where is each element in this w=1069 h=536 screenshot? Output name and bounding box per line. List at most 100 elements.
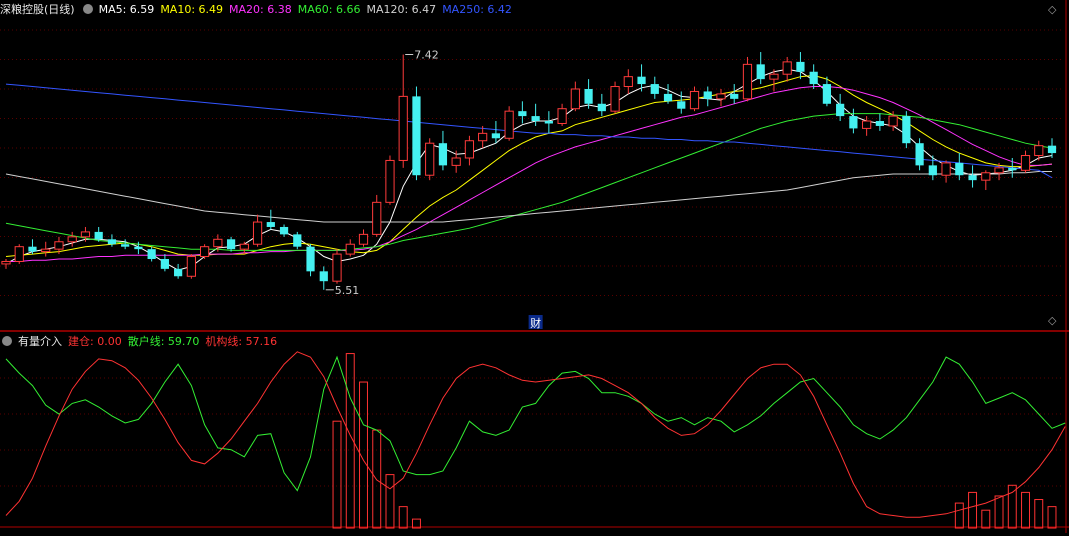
sub-indicator-list: 建仓: 0.00 散户线: 59.70 机构线: 57.16 [68, 335, 283, 348]
candle-body-up [385, 159, 395, 203]
candle-body-down [134, 246, 143, 250]
candle-body-down [584, 88, 593, 104]
candle-body-down [107, 239, 117, 245]
candle-body-up [252, 221, 263, 245]
jiancang-bar [332, 420, 342, 529]
candle-body-down [875, 121, 884, 126]
candle-body-down [955, 162, 964, 176]
scroll-up-icon[interactable]: ◇ [1048, 3, 1056, 16]
chart-stage: 7.42 5.51 财 深粮控股(日线) MA5: 6.59 MA10: 6.49 MA2… [0, 0, 1069, 533]
sub-indicator-0: 建仓: 0.00 [68, 335, 122, 348]
candle-body-up [80, 231, 91, 238]
candle-body-down [412, 96, 421, 176]
candle-body-down [637, 76, 646, 85]
ma-line-ma60 [5, 113, 1053, 251]
candle-body-up [981, 172, 991, 181]
finance-marker-label: 财 [530, 316, 541, 330]
candle-body-down [1047, 145, 1057, 154]
candle-body-up [398, 95, 408, 161]
candle-body-up [994, 167, 1004, 174]
sub-indicator-1: 散户线: 59.70 [127, 335, 200, 348]
candle-body-up [769, 73, 779, 80]
candle-body-down [279, 226, 289, 235]
candle-body-down [518, 111, 527, 117]
candle-body-up [689, 90, 700, 110]
candle-body-down [796, 61, 805, 72]
candle-body-down [94, 231, 103, 240]
jiancang-bar [1034, 499, 1044, 529]
candle-body-up [623, 76, 633, 88]
candle-body-up [742, 63, 753, 100]
candle-body-up [464, 140, 475, 159]
indicator-menu-icon[interactable] [82, 4, 93, 14]
candle-body-up [14, 246, 24, 262]
candle-body-up [372, 201, 382, 235]
candle-body-up [425, 142, 435, 176]
jiancang-bar [1007, 484, 1017, 529]
candle-body-up [1, 260, 11, 265]
candle-body-down [756, 64, 765, 80]
ma-line-ma250 [5, 83, 1053, 179]
candle-body-up [200, 246, 210, 258]
ma-line-ma5 [5, 68, 1053, 271]
price-marker-label: 7.42 [414, 48, 439, 61]
candle-body-up [1034, 145, 1044, 157]
candle-body-up [782, 61, 792, 75]
candle-body-down [730, 93, 739, 99]
candle-body-up [716, 93, 726, 100]
candle-body-down [121, 244, 130, 247]
candle-body-down [902, 116, 911, 144]
candle-body-up [610, 86, 620, 112]
ma-indicator-2: MA20: 6.38 [229, 3, 292, 16]
sub-line-retail [5, 355, 1066, 492]
price-marker-label: 5.51 [335, 284, 360, 297]
ma-indicator-5: MA250: 6.42 [442, 3, 512, 16]
candle-body-down [703, 91, 712, 99]
jiancang-bar [1047, 506, 1057, 529]
candle-body-up [239, 243, 249, 250]
candle-body-down [306, 246, 315, 272]
main-indicator-list: MA5: 6.59 MA10: 6.49 MA20: 6.38 MA60: 6.66 M… [99, 3, 518, 16]
candle-body-down [650, 84, 659, 94]
candle-body-down [438, 143, 448, 166]
candle-body-up [557, 108, 567, 124]
candle-body-down [1008, 167, 1017, 171]
candle-body-up [478, 132, 488, 142]
candle-body-down [928, 165, 937, 176]
sub-indicator-menu-icon[interactable] [2, 336, 12, 346]
candle-body-down [822, 84, 832, 104]
candle-body-down [147, 249, 156, 260]
candle-body-up [862, 120, 872, 129]
candle-body-down [226, 239, 236, 250]
chart-canvas: 7.42 5.51 财 [0, 0, 1069, 533]
candle-body-up [54, 241, 64, 250]
ma-indicator-1: MA10: 6.49 [160, 3, 224, 16]
main-title: 深粮控股(日线) [0, 3, 75, 16]
candle-body-up [213, 238, 223, 248]
candle-body-down [597, 103, 606, 112]
candle-body-up [332, 253, 342, 282]
ma-line-ma10 [5, 74, 1053, 257]
candle-body-up [888, 115, 898, 127]
ma-line-ma120 [5, 171, 1052, 223]
sub-legend: 有量介入 建仓: 0.00 散户线: 59.70 机构线: 57.16 [0, 332, 289, 352]
candle-body-down [663, 93, 673, 102]
candle-body-up [186, 256, 196, 277]
sub-line-institution [5, 351, 1066, 518]
ma-indicator-3: MA60: 6.66 [297, 3, 361, 16]
candle-body-down [491, 133, 501, 139]
scroll-down-icon[interactable]: ◇ [1048, 314, 1056, 327]
candle-body-down [293, 234, 302, 247]
candle-body-up [504, 110, 514, 139]
candle-body-down [319, 271, 328, 282]
candle-body-down [677, 101, 686, 109]
jiancang-bar [385, 474, 395, 529]
ma-indicator-4: MA120: 6.47 [366, 3, 437, 16]
sub-title: 有量介入 [18, 335, 62, 348]
candle-body-down [809, 71, 818, 85]
candle-body-down [836, 103, 845, 117]
candle-body-down [968, 175, 977, 181]
candle-body-up [1020, 155, 1031, 171]
candle-body-down [915, 143, 924, 166]
candle-body-down [160, 259, 169, 269]
